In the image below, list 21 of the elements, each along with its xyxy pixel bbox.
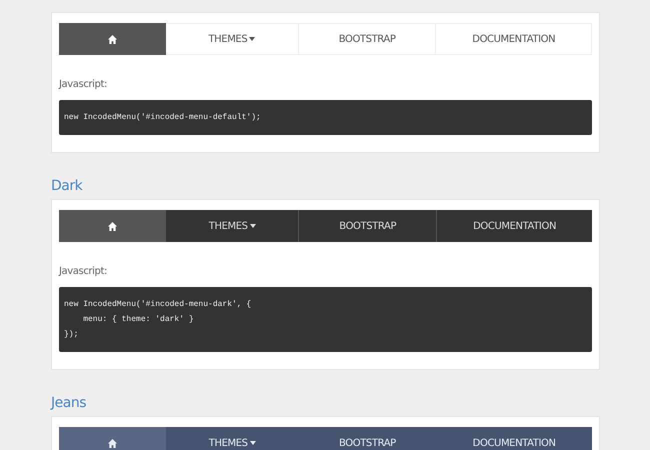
home-menu-item[interactable]: [59, 427, 166, 450]
menu-item[interactable]: BOOTSTRAP: [298, 23, 436, 55]
home-menu-item[interactable]: [59, 210, 166, 242]
menu-item[interactable]: BOOTSTRAP: [298, 427, 436, 450]
home-icon: [108, 222, 117, 230]
menu-item[interactable]: BOOTSTRAP: [298, 210, 436, 242]
code-block: new IncodedMenu('#incoded-menu-default');: [59, 100, 592, 135]
menu-item[interactable]: DOCUMENTATION: [436, 23, 592, 55]
home-icon: [108, 438, 117, 448]
section-heading: Dark: [51, 177, 84, 196]
menu-item[interactable]: THEMES: [166, 427, 299, 450]
home-menu-item[interactable]: [59, 23, 166, 55]
menu-item[interactable]: THEMES: [166, 23, 299, 55]
menu-item[interactable]: DOCUMENTATION: [436, 210, 592, 242]
code-block: new IncodedMenu('#incoded-menu-dark', { menu: { theme: 'dark' } });: [59, 287, 592, 352]
home-icon: [108, 34, 116, 44]
code-label: Javascript:: [59, 265, 108, 279]
menu-item[interactable]: DOCUMENTATION: [436, 427, 592, 450]
menu-item[interactable]: THEMES: [165, 210, 298, 242]
section-heading: Jeans: [51, 394, 87, 413]
code-label: Javascript:: [59, 78, 108, 92]
